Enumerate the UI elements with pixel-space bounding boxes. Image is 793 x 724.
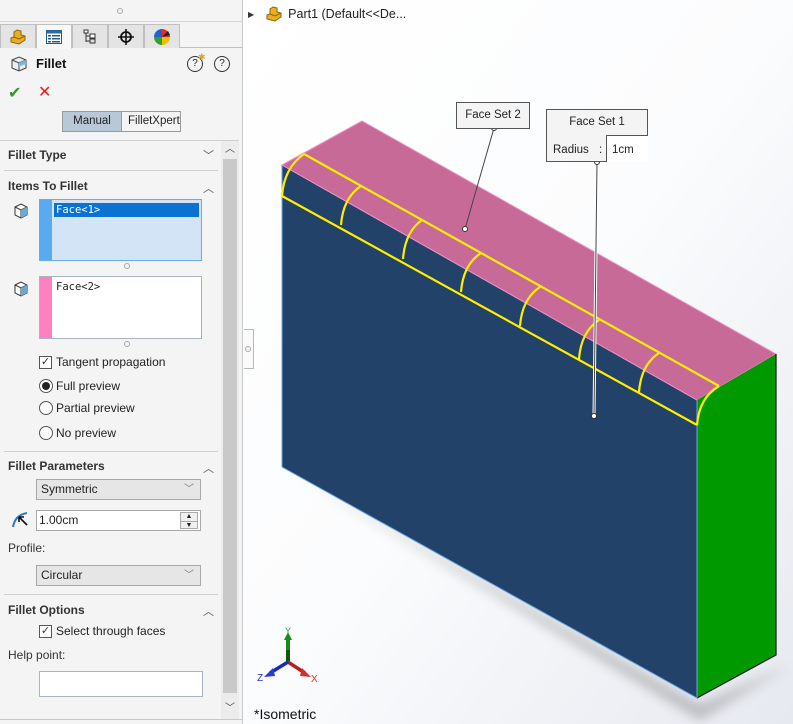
- radius-label: Radius: [553, 144, 589, 156]
- leader-anchor: [591, 413, 597, 419]
- view-orientation-label: *Isometric: [254, 706, 317, 722]
- face-set-1-callout[interactable]: Face Set 1 Radius : 1cm: [546, 109, 648, 162]
- z-axis-label: Z: [257, 673, 264, 684]
- coordinate-triad: [264, 632, 311, 677]
- radius-callout-value: 1cm: [612, 144, 634, 156]
- radius-callout-input[interactable]: 1cm: [606, 135, 648, 162]
- callout-title: Face Set 1: [569, 116, 625, 128]
- callout-title: Face Set 2: [465, 109, 521, 121]
- end-face[interactable]: [697, 354, 776, 698]
- radius-separator: :: [599, 144, 603, 156]
- face-set-2-callout[interactable]: Face Set 2: [456, 102, 530, 129]
- y-axis-label: Y: [285, 626, 292, 636]
- x-axis-label: X: [311, 674, 318, 685]
- leader-anchor: [462, 226, 468, 232]
- model-view: [264, 120, 790, 720]
